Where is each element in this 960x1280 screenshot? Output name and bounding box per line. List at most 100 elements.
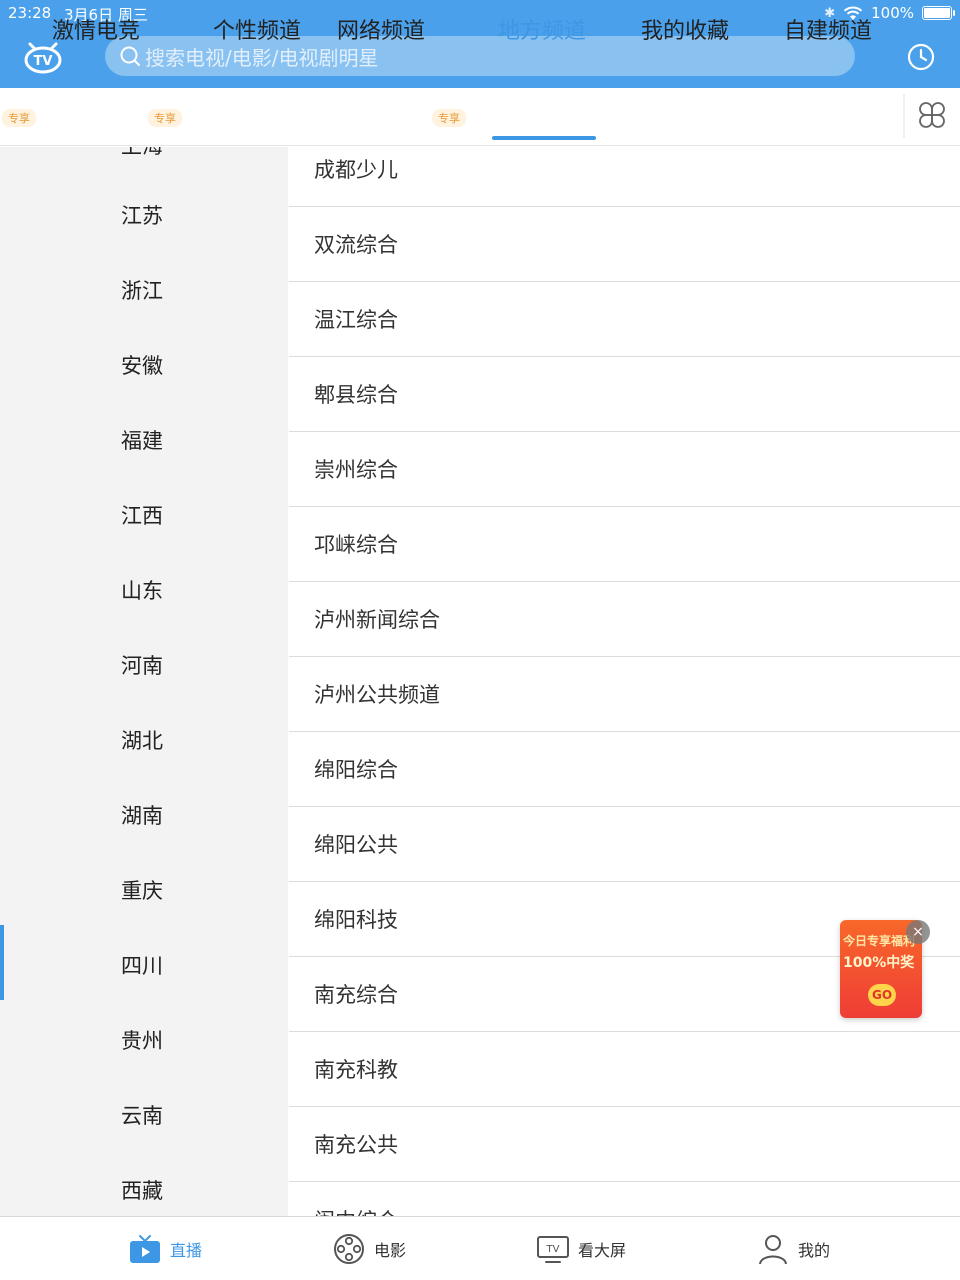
province-label: 浙江: [121, 278, 163, 303]
province-item[interactable]: 浙江: [0, 252, 288, 327]
channel-item[interactable]: 温江综合: [289, 282, 960, 357]
channel-item[interactable]: 南充公共: [289, 1107, 960, 1182]
province-item[interactable]: 重庆: [0, 852, 288, 927]
channel-label: 崇州综合: [314, 458, 398, 482]
province-label: 江苏: [121, 203, 163, 228]
tab-personal-channels[interactable]: 个性频道: [213, 0, 301, 58]
svg-text:TV: TV: [546, 1244, 560, 1255]
channel-item[interactable]: 双流综合: [289, 207, 960, 282]
promo-title: 今日专享福利: [843, 934, 916, 948]
tab-label: 我的收藏: [641, 19, 730, 44]
channel-item[interactable]: 绵阳公共: [289, 807, 960, 882]
clock-icon[interactable]: [906, 42, 936, 72]
active-tab-underline: [492, 136, 596, 140]
channel-label: 绵阳科技: [314, 908, 398, 932]
channel-label: 阆中综合: [314, 1205, 398, 1217]
tab-label: 网络频道: [337, 19, 426, 44]
channel-item[interactable]: 绵阳综合: [289, 732, 960, 807]
tab-label: 自建频道: [784, 19, 873, 44]
promo-subtitle: 100%中奖: [843, 955, 915, 971]
province-label: 湖南: [121, 803, 163, 828]
category-tabs: [0, 88, 960, 146]
channel-label: 温江综合: [314, 308, 398, 332]
channel-item[interactable]: 阆中综合: [289, 1182, 960, 1217]
province-item[interactable]: 湖南: [0, 777, 288, 852]
channel-item[interactable]: 成都少儿: [289, 147, 960, 207]
tab-label: 激情电竞: [52, 19, 141, 44]
channel-label: 郫县综合: [314, 383, 398, 407]
channel-label: 绵阳综合: [314, 758, 398, 782]
province-label: 重庆: [121, 878, 163, 903]
nav-movies[interactable]: 电影: [332, 1217, 406, 1280]
province-label: 山东: [121, 578, 163, 603]
channel-item[interactable]: 泸州新闻综合: [289, 582, 960, 657]
bottom-nav: 直播 电影 TV 看大屏 我的: [0, 1216, 960, 1280]
channel-label: 南充综合: [314, 983, 398, 1007]
channel-label: 泸州公共频道: [314, 683, 440, 707]
nav-label: 电影: [374, 1241, 407, 1260]
channel-label: 邛崃综合: [314, 533, 398, 557]
channel-item[interactable]: 郫县综合: [289, 357, 960, 432]
province-label: 河南: [121, 653, 163, 678]
exclusive-badge: 专享: [432, 109, 466, 127]
svg-text:TV: TV: [34, 54, 53, 69]
channel-label: 南充公共: [314, 1133, 398, 1157]
province-item-selected[interactable]: 四川: [0, 927, 288, 1002]
tabs-divider: [903, 94, 905, 138]
province-label: 云南: [121, 1103, 163, 1128]
province-label: 安徽: [121, 353, 163, 378]
province-item[interactable]: 河南: [0, 627, 288, 702]
nav-label: 我的: [798, 1241, 831, 1260]
province-item[interactable]: 云南: [0, 1077, 288, 1152]
nav-label: 直播: [170, 1241, 203, 1260]
channel-item[interactable]: 泸州公共频道: [289, 657, 960, 732]
nav-live[interactable]: 直播: [128, 1217, 202, 1280]
channel-label: 双流综合: [314, 233, 398, 257]
nav-big-screen[interactable]: TV 看大屏: [536, 1217, 626, 1280]
province-item[interactable]: 江苏: [0, 177, 288, 252]
province-label: 江西: [121, 503, 163, 528]
tab-my-favorites[interactable]: 我的收藏: [641, 0, 729, 58]
nav-profile[interactable]: 我的: [756, 1217, 830, 1280]
user-icon: [759, 1235, 787, 1265]
battery-percent: 100%: [871, 4, 914, 22]
more-grid-icon[interactable]: [916, 99, 948, 131]
province-item[interactable]: 贵州: [0, 1002, 288, 1077]
exclusive-badge: 专享: [2, 109, 36, 127]
live-tv-icon: [130, 1235, 160, 1263]
battery-icon: [922, 6, 955, 20]
promo-go-button[interactable]: GO: [868, 984, 896, 1006]
channel-item[interactable]: 邛崃综合: [289, 507, 960, 582]
province-label: 贵州: [121, 1028, 163, 1053]
province-item[interactable]: 西藏: [0, 1152, 288, 1216]
tab-label: 地方频道: [498, 19, 587, 44]
channel-label: 成都少儿: [314, 158, 398, 182]
province-label: 四川: [121, 953, 163, 978]
big-screen-tv-icon: TV: [537, 1236, 569, 1263]
province-label: 上海: [121, 147, 163, 160]
tab-custom-channels[interactable]: 自建频道: [784, 0, 872, 58]
tab-label: 个性频道: [213, 19, 302, 44]
channel-label: 绵阳公共: [314, 833, 398, 857]
province-list: 上海 江苏 浙江 安徽 福建 江西 山东 河南 湖北 湖南 重庆 四川 贵州 云…: [0, 147, 288, 1216]
province-item[interactable]: 福建: [0, 402, 288, 477]
channel-item[interactable]: 崇州综合: [289, 432, 960, 507]
tab-local-channels[interactable]: 地方频道: [498, 0, 586, 58]
exclusive-badge: 专享: [148, 109, 182, 127]
close-icon[interactable]: ×: [906, 920, 930, 944]
province-label: 西藏: [121, 1178, 163, 1203]
film-reel-icon: [334, 1234, 364, 1264]
channel-item[interactable]: 南充科教: [289, 1032, 960, 1107]
nav-label: 看大屏: [578, 1241, 627, 1260]
battery-fill: [924, 8, 950, 18]
province-item[interactable]: 山东: [0, 552, 288, 627]
province-label: 湖北: [121, 728, 163, 753]
tab-network-channels[interactable]: 网络频道: [337, 0, 425, 58]
province-label: 福建: [121, 428, 163, 453]
province-item[interactable]: 湖北: [0, 702, 288, 777]
channel-label: 南充科教: [314, 1058, 398, 1082]
province-item[interactable]: 江西: [0, 477, 288, 552]
status-time: 23:28: [8, 4, 52, 22]
province-item[interactable]: 安徽: [0, 327, 288, 402]
tab-esports[interactable]: 激情电竞: [52, 0, 140, 58]
